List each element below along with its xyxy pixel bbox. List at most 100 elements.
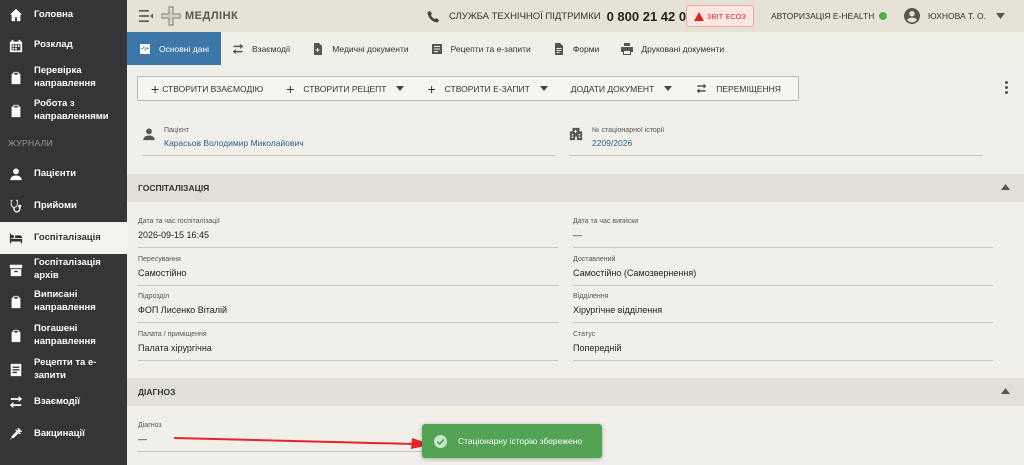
sidebar-item-label: Погашені направлення: [34, 323, 96, 347]
ehealth-status[interactable]: АВТОРИЗАЦІЯ E-HEALTH: [771, 11, 888, 21]
chevron-down-icon: [396, 86, 405, 91]
logo[interactable]: МЕДЛІНК: [161, 6, 238, 26]
field-label: Статус: [573, 331, 596, 338]
phone-icon: [427, 10, 440, 22]
list-icon: [8, 362, 24, 378]
swap-icon: [8, 394, 24, 410]
plus-icon: +: [286, 80, 295, 97]
support-phone: 0 800 21 42 00: [606, 8, 694, 24]
printer-icon: [621, 42, 634, 55]
chevron-up-icon: [1001, 388, 1010, 394]
tab-label: Взаємодії: [252, 43, 291, 54]
patient-name[interactable]: Карасьов Володимир Миколайович: [164, 138, 304, 148]
divider: [573, 247, 993, 248]
sidebar-item-label: Перевірка направлення: [34, 64, 96, 89]
sidebar-item-label: Вакцинації: [34, 427, 85, 439]
sidebar-item-label: Взаємодії: [34, 395, 80, 407]
clipboard-icon: [8, 70, 24, 86]
sidebar-item-referral-work[interactable]: Робота з направленнями: [0, 94, 127, 128]
divider: [573, 285, 993, 286]
clipboard-icon: [8, 294, 24, 310]
divider: [142, 155, 555, 156]
create-recipe-button[interactable]: + СТВОРИТИ РЕЦЕПТ: [273, 82, 414, 96]
syringe-icon: [8, 426, 24, 442]
create-request-button[interactable]: + СТВОРИТИ Е-ЗАПИТ: [414, 82, 557, 96]
diagnosis-section-header[interactable]: ДІАГНОЗ: [127, 378, 1024, 406]
tab-printed-documents[interactable]: Друковані документи: [610, 32, 735, 65]
sidebar-item-issued-referrals[interactable]: Виписані направлення: [0, 285, 127, 319]
action-toolbar: + СТВОРИТИ ВЗАЄМОДІЮ + СТВОРИТИ РЕЦЕПТ +…: [137, 76, 799, 101]
person-icon: [142, 127, 156, 141]
stethoscope-icon: [8, 198, 24, 214]
sidebar-item-label: Госпіталізація: [34, 231, 101, 243]
esoz-report-button[interactable]: ЗВІТ ЕСОЗ: [686, 5, 754, 27]
sidebar-item-hospitalization[interactable]: Госпіталізація: [0, 222, 127, 254]
section-title: ДІАГНОЗ: [138, 387, 176, 397]
plus-icon: +: [151, 80, 160, 97]
swap-icon: [232, 43, 244, 54]
divider: [138, 247, 558, 248]
ehealth-status-dot: [879, 12, 888, 20]
history-number-value: 2209/2026: [592, 138, 633, 148]
swap-icon: [696, 83, 707, 94]
field-label: Підрозділ: [138, 293, 170, 300]
tab-interactions[interactable]: Взаємодії: [221, 32, 301, 65]
patient-info: Пацієнт Карасьов Володимир Миколайович: [142, 123, 555, 156]
field-value: ФОП Лисенко Віталій: [138, 305, 228, 315]
person-icon: [8, 166, 24, 182]
tab-label: Форми: [572, 43, 600, 54]
field-label: Пересування: [138, 256, 181, 263]
menu-collapse-icon[interactable]: [139, 9, 153, 23]
history-number-label: № стаціонарної історії: [592, 127, 665, 134]
add-document-button[interactable]: ДОДАТИ ДОКУМЕНТ: [558, 84, 683, 94]
list-icon: [431, 43, 442, 54]
esoz-report-label: ЗВІТ ЕСОЗ: [707, 11, 746, 21]
patient-label: Пацієнт: [164, 127, 190, 134]
archive-icon: [8, 262, 24, 278]
sidebar-item-schedule[interactable]: Розклад: [0, 30, 127, 61]
divider: [138, 285, 558, 286]
sidebar-item-recipes[interactable]: Рецепти та е-запити: [0, 353, 127, 387]
transfer-button[interactable]: ПЕРЕМІЩЕННЯ: [682, 83, 791, 94]
tab-recipes[interactable]: Рецепти та е-запити: [420, 32, 542, 65]
pulse-icon: [140, 43, 150, 54]
field-value: —: [573, 230, 582, 240]
sidebar-item-referral-check[interactable]: Перевірка направлення: [0, 61, 127, 94]
tab-label: Друковані документи: [641, 43, 725, 54]
inpatient-history-info: № стаціонарної історії 2209/2026: [569, 123, 982, 156]
tab-forms[interactable]: Форми: [542, 32, 611, 65]
create-interaction-button[interactable]: + СТВОРИТИ ВЗАЄМОДІЮ: [138, 82, 273, 96]
clipboard-icon: [8, 103, 24, 119]
sidebar-item-label: Рецепти та е-запити: [34, 357, 97, 381]
add-document-label: ДОДАТИ ДОКУМЕНТ: [570, 83, 655, 94]
discharge-datetime-field: Дата та час виписки —: [573, 218, 993, 248]
field-label: Доставлений: [573, 256, 616, 263]
success-toast[interactable]: Стаціонарну історію збережено: [422, 424, 602, 458]
document-icon: [554, 42, 563, 55]
sidebar-item-label: Розклад: [34, 39, 73, 51]
sidebar-item-patients[interactable]: Пацієнти: [0, 158, 127, 190]
document-add-icon: [314, 42, 323, 55]
warning-icon: [694, 11, 705, 21]
plus-icon: +: [427, 80, 436, 97]
hospitalization-section-header[interactable]: ГОСПІТАЛІЗАЦІЯ: [127, 174, 1024, 202]
sidebar-item-interactions[interactable]: Взаємодії: [0, 387, 127, 417]
sidebar-item-home[interactable]: Головна: [0, 0, 127, 30]
sidebar-item-redeemed-referrals[interactable]: Погашені направлення: [0, 319, 127, 353]
tab-main-data[interactable]: Основні дані: [127, 32, 222, 65]
field-label: Дата та час госпіталізації: [138, 218, 220, 225]
sidebar-item-hospitalization-archive[interactable]: Госпіталізація архів: [0, 254, 127, 285]
annotation-arrow: [174, 437, 432, 449]
support-info: СЛУЖБА ТЕХНІЧНОЇ ПІДТРИМКИ 0 800 21 42 0…: [427, 9, 693, 24]
department-field: Відділення Хірургічне відділення: [573, 293, 993, 323]
user-menu[interactable]: ЮХНОВА Т. О.: [904, 8, 1005, 24]
top-bar: МЕДЛІНК СЛУЖБА ТЕХНІЧНОЇ ПІДТРИМКИ 0 800…: [127, 0, 1024, 32]
sidebar-item-appointments[interactable]: Прийоми: [0, 190, 127, 222]
toast-message: Стаціонарну історію збережено: [458, 436, 583, 446]
create-request-label: СТВОРИТИ Е-ЗАПИТ: [444, 83, 530, 94]
field-value: Палата хірургічна: [138, 343, 212, 353]
field-value: Попередній: [573, 343, 622, 353]
more-options-icon[interactable]: [1005, 81, 1009, 95]
sidebar-item-vaccinations[interactable]: Вакцинації: [0, 417, 127, 451]
tab-medical-documents[interactable]: Медичні документи: [301, 32, 419, 65]
